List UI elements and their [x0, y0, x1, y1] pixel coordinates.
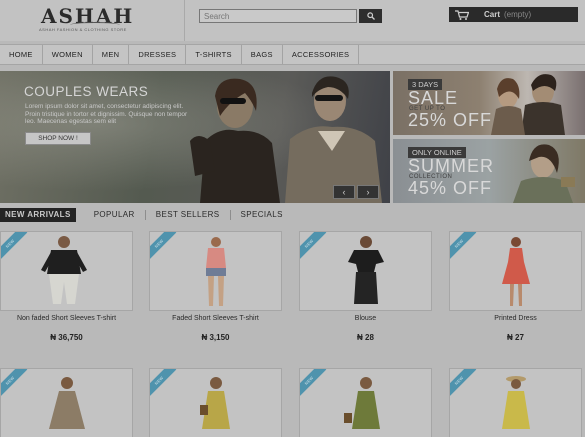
slider-prev-button[interactable]: ‹	[333, 185, 355, 199]
product-model-image	[502, 376, 530, 429]
cart-label: Cart	[484, 10, 501, 19]
product-model-image	[41, 236, 87, 304]
search-bar	[199, 9, 384, 23]
product-image[interactable]: NEW	[149, 368, 282, 437]
hero-slider[interactable]: COUPLES WEARS Lorem ipsum dolor sit amet…	[0, 71, 390, 203]
cart-icon	[455, 9, 469, 20]
product-model-image	[49, 377, 85, 429]
product-model-image	[344, 377, 380, 429]
product-image[interactable]: NEW	[299, 231, 432, 311]
hero-description: Lorem ipsum dolor sit amet, consectetur …	[25, 103, 188, 125]
nav-home[interactable]: HOME	[0, 45, 43, 64]
cart-button[interactable]: Cart (empty)	[449, 7, 578, 22]
tab-new-arrivals[interactable]: NEW ARRIVALS	[0, 208, 76, 222]
product-price: ₦ 28	[357, 333, 374, 342]
search-button[interactable]	[359, 9, 382, 23]
product-image[interactable]: NEW	[449, 368, 582, 437]
search-input[interactable]	[199, 9, 357, 23]
product-model-image	[206, 237, 226, 306]
promo-banner-summer[interactable]: ONLY ONLINE SUMMER COLLECTION 45% OFF	[393, 139, 585, 203]
product-name[interactable]: Non faded Short Sleeves T-shirt	[0, 314, 133, 323]
product-model-image	[348, 236, 384, 304]
logo-area[interactable]: ASHAH ASHAH FASHION & CLOTHING STORE	[0, 0, 185, 41]
search-icon	[366, 12, 375, 20]
promo-discount: 25% OFF	[408, 110, 493, 130]
nav-dresses[interactable]: DRESSES	[129, 45, 187, 64]
nav-accessories[interactable]: ACCESSORIES	[283, 45, 360, 64]
product-name[interactable]: Printed Dress	[449, 314, 582, 323]
product-price: ₦ 3,150	[201, 333, 230, 342]
hero-couple-image	[190, 76, 382, 203]
tab-popular[interactable]: POPULAR	[84, 210, 146, 220]
tab-best-sellers[interactable]: BEST SELLERS	[146, 210, 231, 220]
product-image[interactable]: NEW	[0, 368, 133, 437]
logo-tagline: ASHAH FASHION & CLOTHING STORE	[39, 27, 127, 32]
product-tabs: NEW ARRIVALS POPULAR BEST SELLERS SPECIA…	[0, 207, 585, 223]
slider-controls: ‹ ›	[333, 185, 379, 199]
slider-next-button[interactable]: ›	[357, 185, 379, 199]
product-price: ₦ 27	[507, 333, 524, 342]
product-model-image	[200, 377, 230, 429]
site-header: ASHAH ASHAH FASHION & CLOTHING STORE Car…	[0, 0, 585, 41]
nav-women[interactable]: WOMEN	[43, 45, 93, 64]
tab-specials[interactable]: SPECIALS	[231, 210, 293, 220]
product-price: ₦ 36,750	[50, 333, 83, 342]
cart-status: (empty)	[504, 10, 532, 19]
nav-bags[interactable]: BAGS	[242, 45, 283, 64]
product-image[interactable]: NEW	[0, 231, 133, 311]
product-name[interactable]: Faded Short Sleeves T-shirt	[149, 314, 282, 323]
product-image[interactable]: NEW	[449, 231, 582, 311]
nav-men[interactable]: MEN	[93, 45, 130, 64]
product-image[interactable]: NEW	[149, 231, 282, 311]
hero-title: COUPLES WEARS	[24, 84, 149, 99]
promo-banner-sale[interactable]: 3 DAYS SALE GET UP TO 25% OFF	[393, 71, 585, 135]
product-image[interactable]: NEW	[299, 368, 432, 437]
nav-tshirts[interactable]: T-SHIRTS	[186, 45, 242, 64]
shop-now-button[interactable]: SHOP NOW !	[25, 132, 91, 145]
product-model-image	[502, 237, 530, 306]
product-name[interactable]: Blouse	[299, 314, 432, 323]
main-nav: HOME WOMEN MEN DRESSES T-SHIRTS BAGS ACC…	[0, 44, 585, 65]
promo-discount: 45% OFF	[408, 178, 493, 198]
